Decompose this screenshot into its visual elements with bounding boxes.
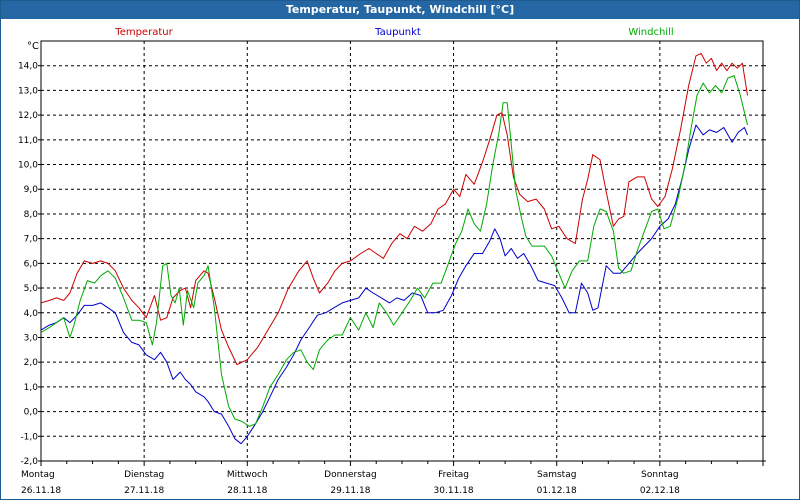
x-date-label: 28.11.18 — [227, 486, 267, 496]
x-date-label: 26.11.18 — [21, 486, 61, 496]
y-tick-label: 13,0 — [18, 86, 38, 96]
y-axis-unit: °C — [27, 41, 39, 52]
y-tick-label: 9,0 — [24, 185, 39, 195]
y-tick-label: 7,0 — [24, 235, 39, 245]
y-tick-label: 14,0 — [18, 62, 38, 72]
line-chart: Temperatur Taupunkt Windchill °C -2,0 -1,0 0… — [18, 27, 766, 496]
x-axis-ticks: Montag 26.11.18 Dienstag 27.11.18 Mittwoch 28… — [21, 461, 764, 496]
x-date-label: 02.12.18 — [640, 486, 680, 496]
y-tick-label: 8,0 — [24, 210, 39, 220]
legend: Temperatur Taupunkt Windchill — [114, 27, 673, 38]
y-tick-label: 1,0 — [24, 383, 39, 393]
x-date-label: 01.12.18 — [537, 486, 577, 496]
y-tick-label: 0,0 — [24, 408, 39, 418]
x-day-label: Dienstag — [124, 470, 164, 480]
y-tick-label: -1,0 — [20, 432, 38, 442]
x-day-label: Montag — [21, 470, 55, 480]
y-tick-label: -2,0 — [20, 457, 38, 467]
x-date-label: 29.11.18 — [330, 486, 370, 496]
legend-item-taupunkt: Taupunkt — [374, 27, 421, 38]
y-tick-label: 11,0 — [18, 136, 38, 146]
chart-window: Temperatur, Taupunkt, Windchill [°C] Tem… — [0, 0, 800, 500]
legend-item-temperatur: Temperatur — [114, 27, 173, 38]
x-day-label: Samstag — [537, 470, 576, 480]
x-day-label: Sonntag — [641, 470, 678, 480]
y-tick-label: 5,0 — [24, 284, 39, 294]
y-tick-label: 4,0 — [24, 309, 39, 319]
x-date-label: 27.11.18 — [124, 486, 164, 496]
y-tick-label: 3,0 — [24, 333, 39, 343]
y-tick-label: 12,0 — [18, 111, 38, 121]
y-tick-label: 10,0 — [18, 161, 38, 171]
y-tick-label: 6,0 — [24, 259, 39, 269]
x-day-label: Freitag — [438, 470, 469, 480]
y-tick-label: 2,0 — [24, 358, 39, 368]
x-day-label: Mittwoch — [227, 470, 268, 480]
x-date-label: 30.11.18 — [434, 486, 474, 496]
x-day-label: Donnerstag — [324, 470, 377, 480]
plot-area — [40, 40, 764, 462]
legend-item-windchill: Windchill — [628, 27, 673, 38]
